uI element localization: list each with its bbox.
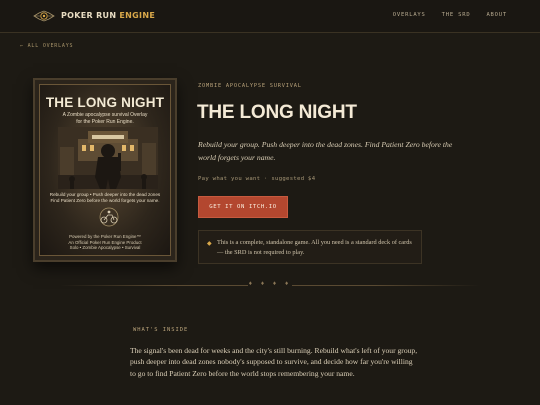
cover-blurb-line: Find Patient Zero before the world forge… [50, 198, 160, 203]
divider-ornament: ♦ ♦ ♦ ♦ [248, 281, 292, 290]
cover-subtitle-line: A Zombie apocalypse survival Overlay [62, 112, 148, 118]
get-on-itch-button[interactable]: GET IT ON ITCH.IO [198, 196, 288, 218]
cover-subtitle: A Zombie apocalypse survival Overlay for… [50, 112, 160, 125]
nav-link-overlays[interactable]: OVERLAYS [393, 12, 426, 18]
brand-accent: ENGINE [119, 11, 156, 20]
cover-frame: THE LONG NIGHT A Zombie apocalypse survi… [39, 84, 171, 256]
cover-blurb: Rebuild your group • Push deeper into th… [46, 192, 164, 204]
notice-text: This is a complete, standalone game. All… [217, 239, 412, 256]
cover-title: THE LONG NIGHT [45, 95, 165, 110]
logo-icon[interactable] [33, 9, 55, 23]
price-label: Pay what you want · suggested $4 [198, 176, 316, 182]
diamond-icon: ◆ [207, 240, 212, 247]
genre-eyebrow: ZOMBIE APOCALYPSE SURVIVAL [198, 83, 302, 89]
cover-subtitle-line: for the Poker Run Engine. [76, 118, 134, 125]
whats-inside-text: The signal's been dead for weeks and the… [130, 346, 418, 378]
nav-link-about[interactable]: ABOUT [486, 12, 507, 18]
nav-link-srd[interactable]: THE SRD [442, 12, 471, 18]
back-to-overlays-link[interactable]: ← ALL OVERLAYS [20, 43, 73, 49]
whats-inside-heading: WHAT'S INSIDE [133, 327, 189, 333]
cover-footer-line: Solo • Zombie Apocalypse • Survival [69, 245, 141, 251]
brand-primary: POKER RUN [61, 11, 117, 20]
page-title: THE LONG NIGHT [197, 102, 357, 123]
brand-name[interactable]: POKER RUN ENGINE [61, 11, 155, 20]
product-tagline: Rebuild your group. Push deeper into the… [198, 140, 453, 162]
cover-footer: Powered by the Poker Run Engine™ An Offi… [46, 234, 164, 251]
top-navigation-bar: POKER RUN ENGINE OVERLAYS THE SRD ABOUT [0, 0, 540, 33]
cover-image: THE LONG NIGHT A Zombie apocalypse survi… [33, 78, 177, 262]
standalone-notice: ◆ This is a complete, standalone game. A… [198, 230, 422, 264]
main-nav: OVERLAYS THE SRD ABOUT [393, 12, 507, 18]
survivor-illustration [58, 127, 158, 189]
biker-emblem-icon [99, 207, 119, 227]
